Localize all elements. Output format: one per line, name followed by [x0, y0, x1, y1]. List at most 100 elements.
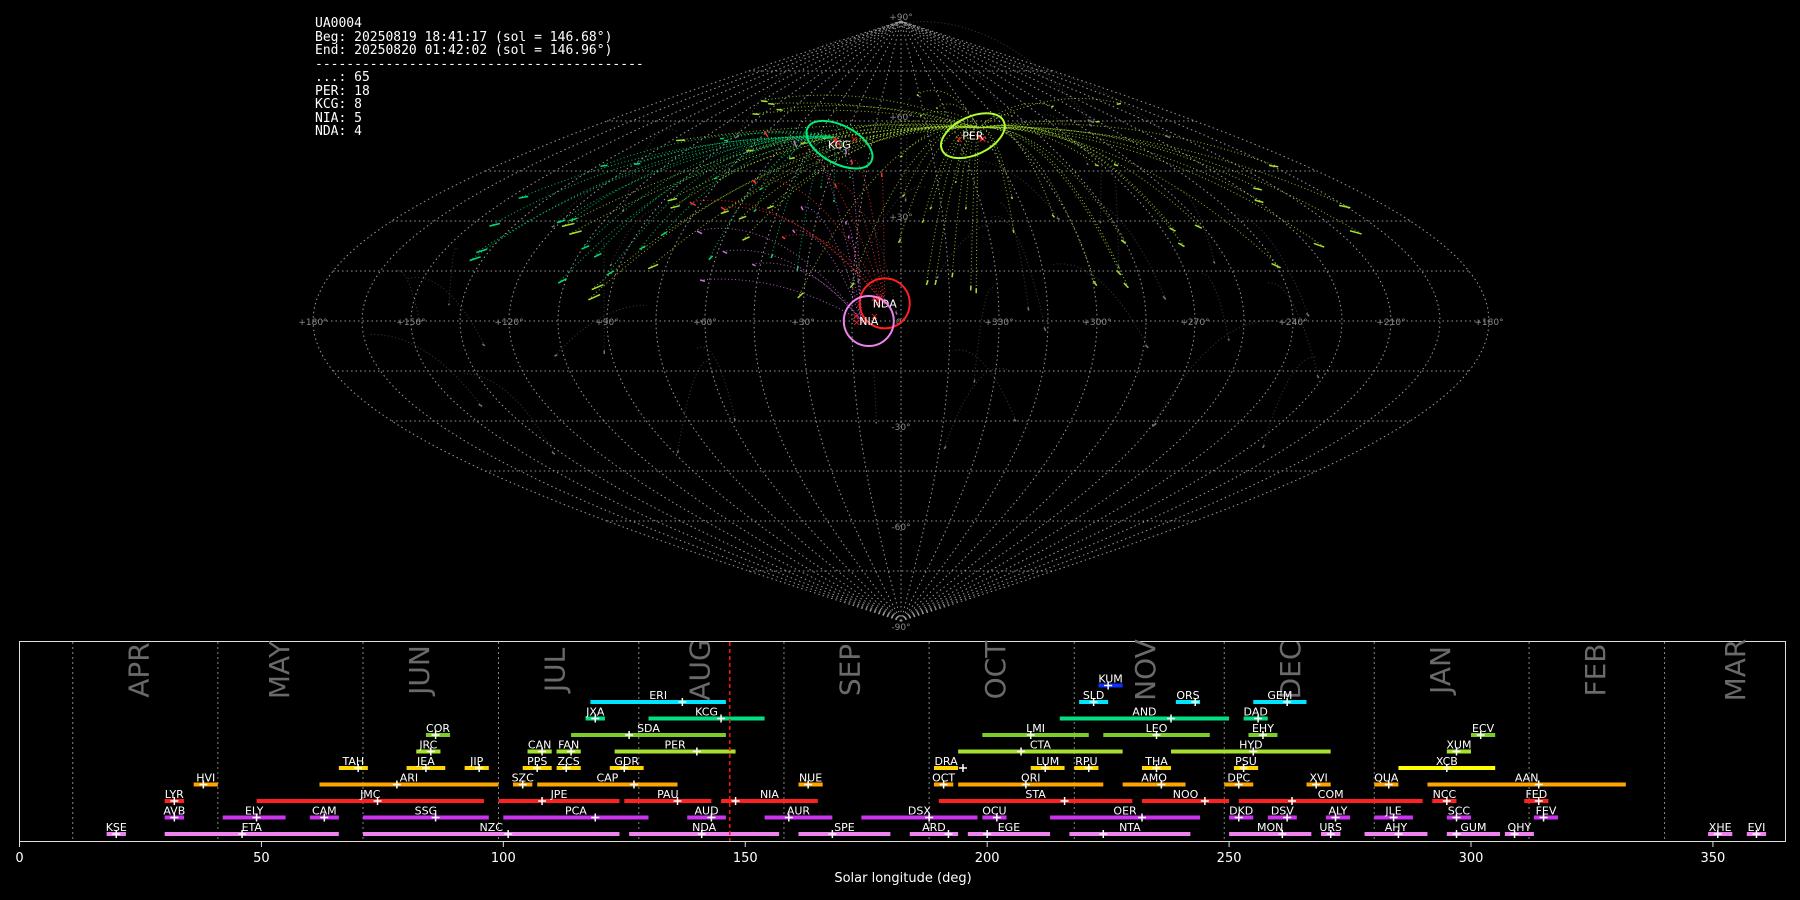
lon-tick-label: +90° — [595, 318, 619, 328]
meteor-segment — [647, 263, 659, 270]
meteor-segment — [751, 263, 756, 267]
shower-label-nda: NDA — [692, 821, 717, 834]
x-tick-label: 200 — [975, 851, 1000, 866]
meteor-track — [978, 127, 1325, 248]
meteor-track — [448, 247, 458, 306]
meridian-line — [361, 20, 902, 622]
shower-label-pps: PPS — [527, 755, 547, 768]
month-label-apr: APR — [122, 642, 155, 698]
shower-label-tah: TAH — [342, 755, 365, 768]
meteor-segment — [689, 201, 697, 207]
meteor-segment — [661, 231, 668, 236]
meteor-tracks — [368, 21, 1362, 455]
shower-label-xcb: XCB — [1436, 755, 1458, 768]
meteor-track — [700, 278, 863, 322]
shower-label-ari: ARI — [400, 772, 418, 785]
shower-label-scc: SCC — [1448, 805, 1471, 818]
meteor-segment — [588, 293, 601, 301]
meteor-track — [916, 89, 980, 128]
meteor-segment — [1169, 227, 1176, 232]
meteor-track — [593, 136, 836, 258]
sky-map: +180° +150° +120° +90° +60° +30° 0° +330° +300° +… — [298, 13, 1503, 630]
meteor-segment — [593, 252, 602, 258]
shower-label-jrc: JRC — [418, 739, 437, 752]
meteor-segment — [897, 238, 902, 244]
shower-label-hvi: HVI — [196, 772, 215, 785]
lat-tick-label: -30° — [891, 423, 910, 433]
meteor-segment — [929, 206, 933, 210]
shower-peak-ege — [983, 830, 992, 838]
shower-label-sld: SLD — [1083, 689, 1105, 702]
meteor-segment — [1227, 338, 1230, 341]
meteor-segment — [943, 445, 947, 450]
meteor-track — [694, 346, 736, 421]
meteor-segment — [973, 379, 976, 383]
shower-label-eri: ERI — [649, 689, 667, 702]
meteor-track — [766, 126, 979, 209]
meteor-track — [960, 159, 1061, 220]
meteor-segment — [1262, 444, 1265, 449]
shower-label-leo: LEO — [1146, 722, 1168, 735]
shower-label-lum: LUM — [1036, 755, 1059, 768]
lat-tick-label: +90° — [889, 13, 913, 23]
meteor-segment — [720, 210, 729, 215]
lat-tick-label: -60° — [891, 523, 910, 533]
meteor-segment — [1013, 418, 1017, 422]
shower-label-aan: AAN — [1515, 772, 1539, 785]
meridian-line — [900, 20, 1441, 622]
meteor-segment — [759, 187, 763, 191]
meteor-segment — [1056, 217, 1061, 221]
shower-label-kum: KUM — [1098, 673, 1122, 686]
shower-label-rpu: RPU — [1075, 755, 1097, 768]
shower-label-nzc: NZC — [480, 821, 504, 834]
shower-peak-dra — [958, 764, 967, 772]
meteor-track — [556, 137, 836, 224]
meteor-track — [676, 361, 710, 454]
radiants: ××××PER××××KCG××××NDA××××NIA — [805, 112, 1006, 347]
shower-label-ocu: OCU — [982, 805, 1006, 818]
month-label-sep: SEP — [834, 644, 867, 696]
shower-label-gem: GEM — [1267, 689, 1292, 702]
meteor-segment — [1086, 162, 1089, 166]
meteor-segment — [722, 250, 728, 255]
shower-label-eta: ETA — [242, 821, 263, 834]
shower-label-ssg: SSG — [415, 805, 438, 818]
meteor-segment — [792, 229, 796, 234]
shower-bars: KUM ERI SLD ORS GEM JXA KCG AND DAD COR SDA LMI LEO E… — [106, 642, 1767, 841]
shower-label-dsx: DSX — [908, 805, 931, 818]
radiant-point: × — [850, 134, 858, 145]
shower-label-fan: FAN — [558, 739, 579, 752]
meteor-segment — [1051, 214, 1056, 218]
shower-timeline: APR MAY JUN JUL AUG SEP OCT NOV DEC JAN FEB MAR KUM… — [15, 639, 1786, 886]
meteor-track — [489, 136, 836, 227]
lon-tick-label: +270° — [1180, 318, 1209, 328]
shower-peak-pca — [591, 813, 600, 822]
meteor-track — [713, 136, 836, 180]
shower-label-mon: MON — [1257, 821, 1283, 834]
shower-label-cap: CAP — [596, 772, 618, 785]
meteor-track — [978, 127, 1127, 244]
meteor-segment — [481, 343, 486, 347]
shower-label-dra: DRA — [934, 755, 958, 768]
lon-tick-label: +150° — [396, 318, 425, 328]
lat-tick-label: +30° — [889, 213, 913, 223]
meteor-segment — [634, 162, 641, 166]
meteor-track — [368, 333, 483, 407]
meteor-segment — [1010, 196, 1014, 200]
meteor-track — [998, 202, 1030, 311]
shower-peak-per — [692, 747, 701, 756]
meteor-track — [1199, 273, 1230, 341]
meteor-track — [904, 21, 1095, 124]
meteor-segment — [1144, 344, 1149, 349]
shower-label-pau: PAU — [657, 788, 679, 801]
meteor-track — [394, 270, 421, 322]
shower-label-xvi: XVI — [1309, 772, 1327, 785]
shower-label-urs: URS — [1319, 821, 1342, 834]
shower-label-kse: KSE — [106, 821, 127, 834]
shower-label-aur: AUR — [787, 805, 811, 818]
month-label-may: MAY — [263, 640, 296, 699]
meteor-track — [1051, 263, 1149, 348]
x-tick-label: 300 — [1459, 851, 1484, 866]
meteor-segment — [733, 417, 737, 421]
x-tick-label: 50 — [253, 851, 270, 866]
